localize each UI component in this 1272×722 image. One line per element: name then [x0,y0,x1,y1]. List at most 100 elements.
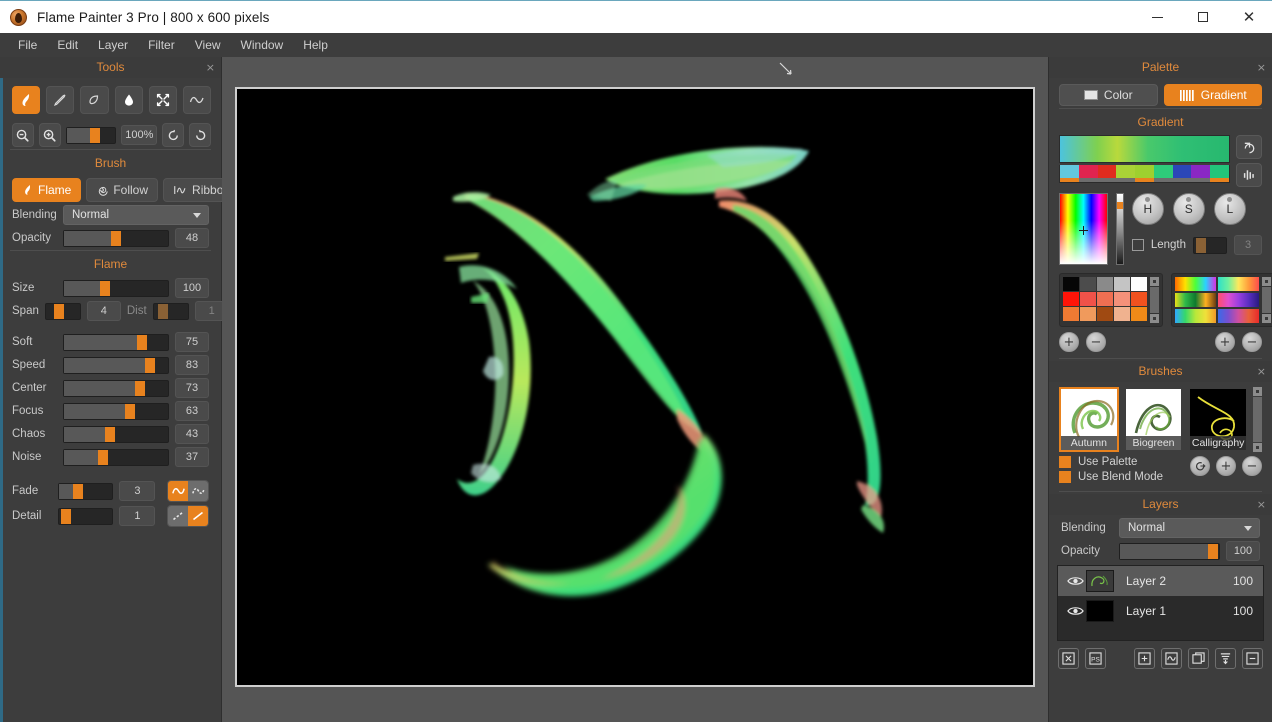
color-swatch[interactable] [1131,307,1147,321]
soft-value[interactable]: 75 [175,332,209,352]
tools-panel-close-icon[interactable]: × [206,59,215,76]
remove-brush-button[interactable]: − [1242,456,1262,476]
length-slider[interactable] [1193,236,1227,254]
slider-handle[interactable] [136,334,147,350]
gradient-preset[interactable] [1218,293,1259,307]
tab-gradient[interactable]: Gradient [1163,84,1262,106]
gradient-stop[interactable] [1060,165,1079,182]
layer-row[interactable]: Layer 2 100 [1058,566,1263,596]
transform-tool[interactable] [148,86,177,114]
size-slider[interactable] [63,279,169,297]
slider-handle[interactable] [125,403,136,419]
slider-handle[interactable] [110,230,121,246]
zoom-level-value[interactable]: 100% [121,125,158,145]
noise-value[interactable]: 37 [175,447,209,467]
brushes-scrollbar[interactable] [1253,387,1263,452]
zoom-out-button[interactable] [12,123,34,147]
merge-layer-button[interactable] [1215,648,1236,669]
gradient-stop[interactable] [1153,165,1173,182]
wave-smooth-toggle[interactable] [168,481,189,501]
fade-slider[interactable] [58,482,114,500]
slider-handle[interactable] [1195,237,1206,253]
saturation-value-picker[interactable] [1059,193,1109,265]
rotate-cw-button[interactable] [189,123,211,147]
gradient-stop[interactable] [1135,165,1154,182]
color-swatch[interactable] [1080,277,1096,291]
gradient-preset[interactable] [1175,309,1216,323]
menu-file[interactable]: File [8,35,47,55]
lightness-knob[interactable]: L [1213,193,1246,225]
minimize-button[interactable] [1134,1,1180,34]
fill-tool[interactable] [114,86,143,114]
span-value[interactable]: 4 [86,301,121,321]
focus-slider[interactable] [63,402,169,420]
brush-opacity-value[interactable]: 48 [175,228,209,248]
length-checkbox[interactable] [1131,239,1144,251]
color-swatch[interactable] [1114,277,1130,291]
slider-handle[interactable] [134,380,145,396]
menu-layer[interactable]: Layer [88,35,138,55]
wave-sharp-toggle[interactable] [188,481,208,501]
zoom-in-button[interactable] [38,123,61,147]
use-palette-checkbox[interactable] [1059,456,1071,468]
gradient-stop[interactable] [1210,165,1230,182]
color-swatch-scrollbar[interactable] [1150,277,1159,323]
scroll-track[interactable] [1253,397,1263,442]
color-swatch[interactable] [1097,277,1113,291]
layer-row[interactable]: Layer 1 100 [1058,596,1263,626]
luminance-slider[interactable] [1116,193,1124,265]
color-swatch[interactable] [1097,292,1113,306]
shape-tool[interactable] [80,86,109,114]
gradient-stop[interactable] [1097,165,1117,182]
slider-handle[interactable] [98,449,109,465]
use-blend-mode-checkbox[interactable] [1059,471,1071,483]
menu-view[interactable]: View [185,35,231,55]
slider-handle[interactable] [104,426,115,442]
clear-layer-button[interactable] [1058,648,1079,669]
scroll-track[interactable] [1262,287,1271,313]
brush-tab-flame[interactable]: Flame [12,178,82,202]
palette-panel-close-icon[interactable]: × [1257,59,1266,76]
gradient-preset[interactable] [1218,309,1259,323]
scroll-track[interactable] [1150,287,1159,313]
brush-item-calligraphy[interactable]: Calligraphy [1188,387,1249,452]
color-swatch[interactable] [1080,292,1096,306]
gradient-preset[interactable] [1175,277,1216,291]
fade-value[interactable]: 3 [119,481,156,501]
slider-handle[interactable] [1208,543,1219,559]
gradient-stop[interactable] [1116,165,1136,182]
scroll-up-button[interactable] [1262,277,1271,286]
dist-slider[interactable] [152,302,189,320]
luminance-handle[interactable] [1117,202,1123,210]
painting-canvas[interactable] [235,87,1035,687]
menu-window[interactable]: Window [231,35,294,55]
line-solid-toggle[interactable] [188,506,208,526]
close-button[interactable]: ✕ [1226,1,1272,34]
center-value[interactable]: 73 [175,378,209,398]
brush-blending-select[interactable]: Normal [63,205,209,225]
slider-handle[interactable] [100,280,111,296]
menu-filter[interactable]: Filter [138,35,185,55]
brushes-panel-close-icon[interactable]: × [1257,363,1266,380]
layers-panel-close-icon[interactable]: × [1257,496,1266,513]
brush-tab-follow[interactable]: Follow [86,178,159,202]
wave-tool[interactable] [182,86,212,114]
length-value[interactable]: 3 [1234,235,1262,255]
gradient-preview-bar[interactable] [1059,135,1230,163]
add-color-button[interactable]: + [1059,332,1079,352]
color-swatch[interactable] [1063,307,1079,321]
color-swatch[interactable] [1080,307,1096,321]
pencil-tool[interactable] [46,86,75,114]
reverse-gradient-button[interactable] [1236,135,1262,159]
layer-visibility-toggle[interactable] [1064,575,1086,587]
tab-color[interactable]: Color [1059,84,1158,106]
noise-slider[interactable] [63,448,169,466]
gradient-stop[interactable] [1172,165,1192,182]
chaos-value[interactable]: 43 [175,424,209,444]
rotate-ccw-button[interactable] [162,123,185,147]
gradient-stop[interactable] [1078,165,1098,182]
focus-value[interactable]: 63 [175,401,209,421]
chaos-slider[interactable] [63,425,169,443]
effects-layer-button[interactable] [1161,648,1182,669]
layer-opacity-slider[interactable] [1119,542,1220,560]
